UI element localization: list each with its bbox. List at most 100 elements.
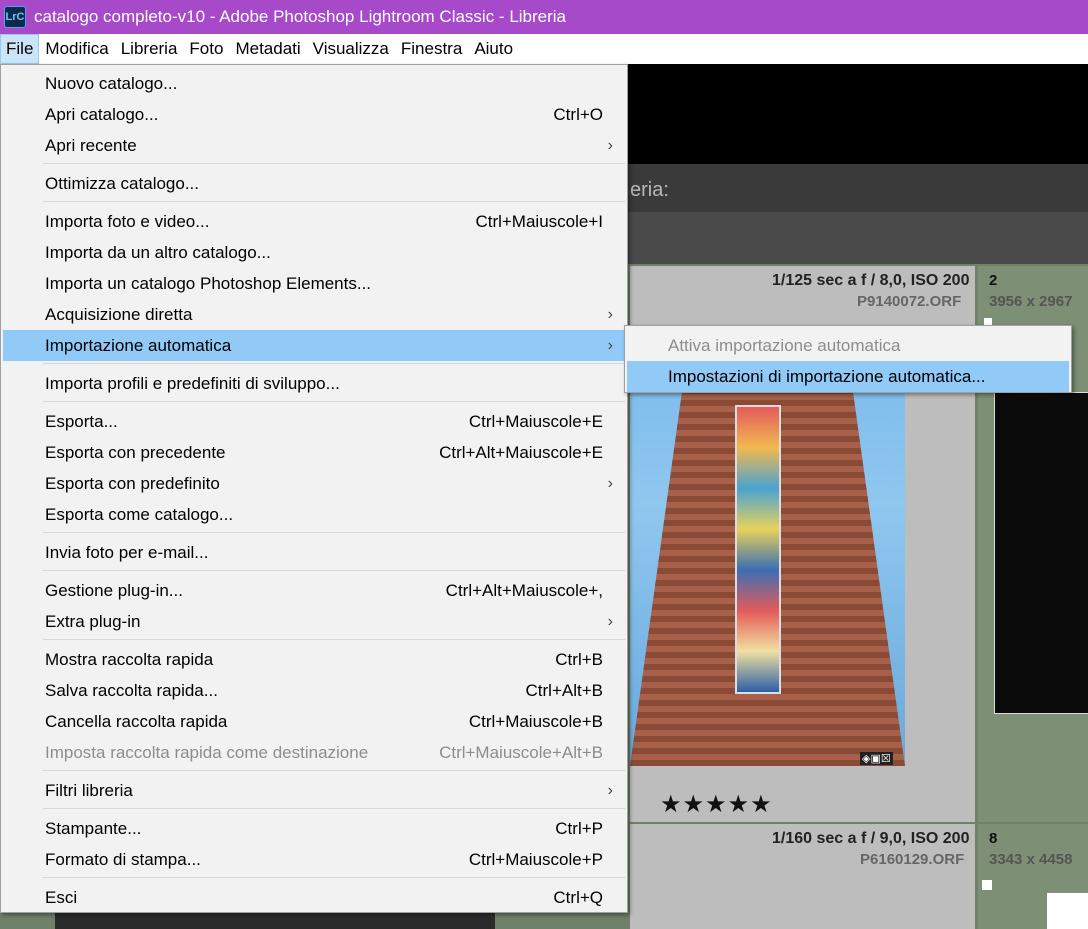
menu-finestra[interactable]: Finestra [395, 34, 468, 64]
menu-item-label: Acquisizione diretta [45, 305, 193, 324]
banner-image [735, 405, 781, 694]
menu-separator [43, 163, 625, 164]
menu-item-label: Mostra raccolta rapida [45, 650, 214, 669]
photo-thumbnail[interactable] [1047, 893, 1088, 929]
menu-item-acquisizione-diretta[interactable]: Acquisizione diretta › [3, 299, 625, 330]
menu-item-label: Importa foto e video... [45, 212, 210, 231]
menu-item-label: Cancella raccolta rapida [45, 712, 228, 731]
menu-item-shortcut: Ctrl+Maiuscole+E [468, 412, 603, 431]
chevron-right-icon: › [607, 137, 613, 154]
star-rating[interactable]: ★★★★★ [660, 790, 773, 819]
menu-item-shortcut: Ctrl+Maiuscole+I [475, 212, 603, 231]
thumbnail-badges-icon: ◈▣☒ [860, 752, 893, 765]
menu-item-shortcut: Ctrl+Maiuscole+P [468, 850, 603, 869]
lightroom-logo-icon: LrC [4, 6, 26, 28]
menu-item-importa-photoshop-elements[interactable]: Importa un catalogo Photoshop Elements..… [3, 268, 625, 299]
menu-item-label: Stampante... [45, 819, 142, 838]
menu-item-importa-altro-catalogo[interactable]: Importa da un altro catalogo... [3, 237, 625, 268]
photo-thumbnail[interactable] [994, 392, 1088, 714]
menu-item-apri-recente[interactable]: Apri recente › [3, 130, 625, 161]
menu-item-label: Ottimizza catalogo... [45, 174, 200, 193]
menu-item-label: Apri catalogo... [45, 105, 159, 124]
file-menu: Nuovo catalogo... Apri catalogo... Ctrl+O… [0, 64, 628, 913]
menu-item-esporta-con-predefinito[interactable]: Esporta con predefinito › [3, 468, 625, 499]
cell-index: 8 [989, 830, 998, 847]
menu-separator [43, 570, 625, 571]
menu-visualizza[interactable]: Visualizza [307, 34, 395, 64]
menu-item-invia-email[interactable]: Invia foto per e-mail... [3, 537, 625, 568]
menu-foto[interactable]: Foto [183, 34, 229, 64]
menu-item-extra-plugin[interactable]: Extra plug-in › [3, 606, 625, 637]
menu-separator [43, 770, 625, 771]
window-title: catalogo completo-v10 - Adobe Photoshop … [34, 7, 567, 26]
menu-aiuto[interactable]: Aiuto [468, 34, 519, 64]
menu-item-formato-di-stampa[interactable]: Formato di stampa... Ctrl+Maiuscole+P [3, 844, 625, 875]
menu-item-shortcut: Ctrl+P [555, 819, 603, 838]
menu-item-shortcut: Ctrl+Alt+Maiuscole+E [439, 443, 603, 462]
menu-item-esci[interactable]: Esci Ctrl+Q [3, 882, 625, 913]
menu-item-label: Esporta con precedente [45, 443, 226, 462]
menu-item-label: Apri recente [45, 136, 137, 155]
cell-index: 2 [989, 272, 998, 289]
flag-icon[interactable] [982, 880, 992, 890]
menu-item-label: Importazione automatica [45, 336, 232, 355]
chevron-right-icon: › [607, 613, 613, 630]
menu-separator [43, 639, 625, 640]
menu-item-label: Invia foto per e-mail... [45, 543, 209, 562]
menu-item-esporta-con-precedente[interactable]: Esporta con precedente Ctrl+Alt+Maiuscole… [3, 437, 625, 468]
menu-item-ottimizza-catalogo[interactable]: Ottimizza catalogo... [3, 168, 625, 199]
menu-item-importa-foto[interactable]: Importa foto e video... Ctrl+Maiuscole+I [3, 206, 625, 237]
menu-item-shortcut: Ctrl+B [555, 650, 603, 669]
menu-modifica[interactable]: Modifica [39, 34, 114, 64]
menu-item-gestione-plugin[interactable]: Gestione plug-in... Ctrl+Alt+Maiuscole+, [3, 575, 625, 606]
menu-item-filtri-libreria[interactable]: Filtri libreria › [3, 775, 625, 806]
menu-item-salva-raccolta-rapida[interactable]: Salva raccolta rapida... Ctrl+Alt+B [3, 675, 625, 706]
cell-exif: 1/160 sec a f / 9,0, ISO 200 [772, 830, 970, 847]
menu-item-label: Imposta raccolta rapida come destinazion… [45, 743, 369, 762]
menu-separator [43, 401, 625, 402]
menu-libreria[interactable]: Libreria [115, 34, 184, 64]
menu-separator [43, 201, 625, 202]
menu-separator [43, 877, 625, 878]
menu-item-shortcut: Ctrl+Q [553, 888, 603, 907]
chevron-right-icon: › [607, 306, 613, 323]
menu-file[interactable]: File [0, 34, 40, 64]
menu-separator [43, 363, 625, 364]
menu-item-cancella-raccolta-rapida[interactable]: Cancella raccolta rapida Ctrl+Maiuscole+B [3, 706, 625, 737]
chevron-right-icon: › [607, 475, 613, 492]
menu-item-label: Attiva importazione automatica [668, 336, 901, 355]
menu-item-label: Extra plug-in [45, 612, 141, 631]
menu-item-label: Importa profili e predefiniti di svilupp… [45, 374, 340, 393]
library-filter-label: eria: [630, 179, 669, 201]
menu-item-label: Esci [45, 888, 78, 907]
menu-item-importa-profili[interactable]: Importa profili e predefiniti di svilupp… [3, 368, 625, 399]
menu-item-imposta-raccolta-destinazione: Imposta raccolta rapida come destinazion… [3, 737, 625, 768]
cell-dimensions: 3343 x 4458 [989, 851, 1073, 868]
menu-item-mostra-raccolta-rapida[interactable]: Mostra raccolta rapida Ctrl+B [3, 644, 625, 675]
menu-item-shortcut: Ctrl+Maiuscole+Alt+B [439, 743, 603, 762]
menu-item-label: Gestione plug-in... [45, 581, 183, 600]
menu-item-shortcut: Ctrl+O [553, 105, 603, 124]
menu-item-attiva-importazione-automatica: Attiva importazione automatica [627, 330, 1069, 361]
menu-item-label: Impostazioni di importazione automatica.… [668, 367, 986, 386]
chevron-right-icon: › [607, 337, 613, 354]
menu-item-label: Esporta come catalogo... [45, 505, 234, 524]
menu-item-esporta[interactable]: Esporta... Ctrl+Maiuscole+E [3, 406, 625, 437]
menu-item-esporta-come-catalogo[interactable]: Esporta come catalogo... [3, 499, 625, 530]
menu-separator [43, 808, 625, 809]
menu-item-importazione-automatica[interactable]: Importazione automatica › [3, 330, 625, 361]
cell-exif: 1/125 sec a f / 8,0, ISO 200 [772, 272, 970, 289]
menu-item-label: Salva raccolta rapida... [45, 681, 218, 700]
menu-item-shortcut: Ctrl+Alt+Maiuscole+, [445, 581, 603, 600]
menu-item-impostazioni-importazione-automatica[interactable]: Impostazioni di importazione automatica.… [627, 361, 1069, 392]
cell-filename: P6160129.ORF [860, 851, 965, 868]
importazione-automatica-submenu: Attiva importazione automatica Impostazi… [624, 325, 1072, 393]
menu-item-label: Nuovo catalogo... [45, 74, 178, 93]
menu-item-stampante[interactable]: Stampante... Ctrl+P [3, 813, 625, 844]
photo-thumbnail[interactable] [630, 330, 905, 766]
menu-metadati[interactable]: Metadati [229, 34, 306, 64]
menu-item-apri-catalogo[interactable]: Apri catalogo... Ctrl+O [3, 99, 625, 130]
menu-item-nuovo-catalogo[interactable]: Nuovo catalogo... [3, 68, 625, 99]
menu-item-shortcut: Ctrl+Maiuscole+B [468, 712, 603, 731]
menu-item-label: Esporta con predefinito [45, 474, 220, 493]
